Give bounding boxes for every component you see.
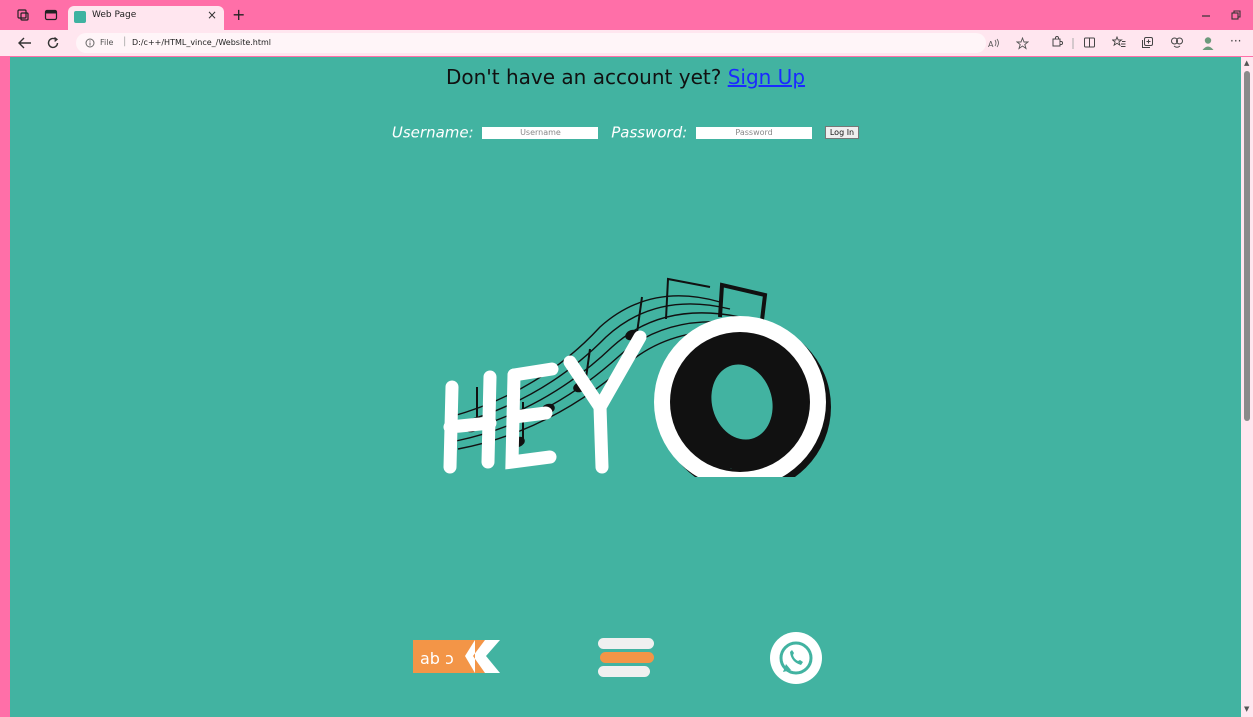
signup-prompt-text: Don't have an account yet? [445,65,722,89]
password-label: Password: [611,123,688,142]
scroll-down-icon[interactable]: ▼ [1244,705,1249,713]
signup-prompt: Don't have an account yet? Sign Up [10,65,1241,89]
tab-close-icon[interactable]: × [207,8,217,22]
info-icon[interactable] [85,38,95,48]
refresh-icon[interactable] [46,36,60,50]
back-icon[interactable] [18,37,32,49]
collections-icon[interactable] [1141,36,1154,49]
o-letter [654,316,831,477]
svg-text:A: A [988,40,994,49]
minimize-icon[interactable] [1200,10,1212,20]
favorite-icon[interactable] [1016,37,1029,50]
read-aloud-icon[interactable]: A [988,38,1000,49]
menu-icon[interactable] [598,638,654,677]
split-screen-icon[interactable] [1083,36,1096,49]
password-input[interactable] [696,126,813,139]
url-text[interactable]: D:/c++/HTML_vince_/Website.html [132,38,271,47]
address-bar: File | D:/c++/HTML_vince_/Website.html A… [0,30,1253,56]
hey-letters [443,330,647,474]
whatsapp-icon[interactable] [770,632,822,684]
tab-bar: Web Page × + [0,0,1253,30]
profile-icon[interactable] [1200,35,1216,51]
new-tab-button[interactable]: + [232,5,245,24]
url-separator: | [123,36,127,47]
login-form: Username: Password: Log In [10,123,1241,142]
username-input[interactable] [482,126,599,139]
url-field[interactable]: File | D:/c++/HTML_vince_/Website.html A [76,33,1029,53]
about-icon-text: ab ɔ [420,649,454,668]
extensions-icon[interactable] [1050,36,1063,49]
login-button[interactable]: Log In [824,126,860,139]
scrollbar-thumb[interactable] [1244,71,1250,421]
page-content: Don't have an account yet? Sign Up Usern… [10,57,1241,717]
tab-actions-icon[interactable] [44,8,58,22]
bottom-icons: ab ɔ [413,632,822,684]
favorites-icon[interactable] [1112,36,1126,49]
heyo-logo: HEY [443,277,831,477]
username-label: Username: [391,123,474,142]
copilot-icon[interactable] [1170,36,1184,49]
signup-link[interactable]: Sign Up [728,65,805,89]
about-icon[interactable]: ab ɔ [413,640,500,673]
page-scrollbar[interactable]: ▲ ▼ [1241,57,1253,717]
url-scheme-label: File [100,38,114,47]
settings-more-button[interactable]: ··· [1230,34,1241,48]
workspaces-icon[interactable] [16,8,30,22]
tab-favicon-icon [74,11,86,23]
scroll-up-icon[interactable]: ▲ [1244,59,1249,67]
tab-title: Web Page [92,10,137,20]
browser-tab[interactable]: Web Page × [68,6,224,30]
toolbar-divider [1072,38,1074,49]
restore-icon[interactable] [1230,9,1242,21]
